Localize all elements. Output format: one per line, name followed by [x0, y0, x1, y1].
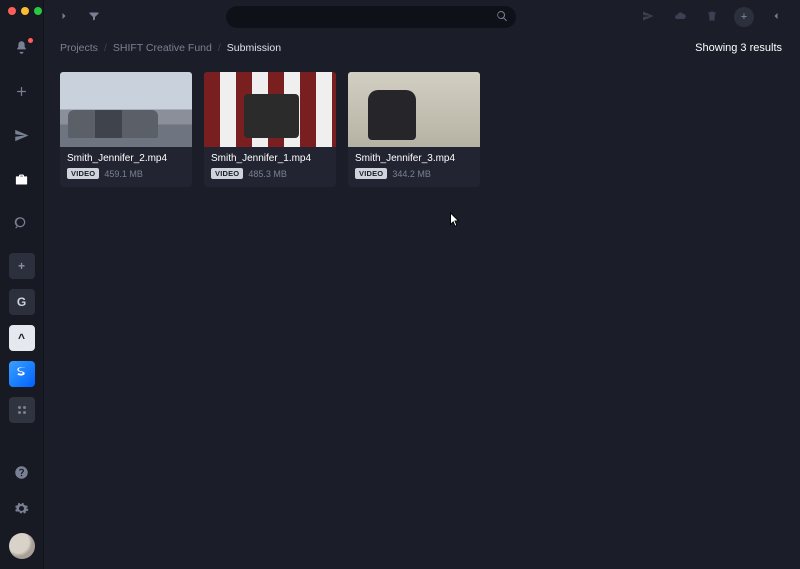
breadcrumb: Projects / SHIFT Creative Fund / Submiss… — [60, 42, 281, 54]
file-thumbnail — [204, 72, 336, 147]
sidebar-add-workspace[interactable]: + — [9, 253, 35, 279]
chevron-right-icon — [58, 10, 70, 25]
sidebar: + G ^ — [0, 0, 44, 569]
help-icon — [14, 465, 29, 483]
trash-icon — [706, 10, 718, 25]
file-name: Smith_Jennifer_2.mp4 — [67, 153, 185, 164]
sidebar-projects[interactable] — [9, 168, 35, 194]
grid-icon — [18, 406, 26, 414]
sidebar-workspace-shift[interactable] — [9, 361, 35, 387]
gear-icon — [14, 501, 29, 519]
sidebar-add[interactable] — [9, 80, 35, 106]
file-thumbnail — [348, 72, 480, 147]
sidebar-workspace-grid[interactable] — [9, 397, 35, 423]
user-avatar[interactable] — [9, 533, 35, 559]
results-count: Showing 3 results — [695, 42, 782, 54]
collapse-right-button[interactable] — [766, 7, 786, 27]
plus-icon: + — [741, 11, 747, 23]
sidebar-help[interactable] — [9, 461, 35, 487]
sidebar-search[interactable] — [9, 212, 35, 238]
filter-icon — [88, 10, 100, 25]
breadcrumb-projects[interactable]: Projects — [60, 42, 98, 54]
breadcrumb-fund[interactable]: SHIFT Creative Fund — [113, 42, 212, 54]
breadcrumb-separator-icon: / — [104, 42, 107, 54]
window-close-icon[interactable] — [8, 7, 16, 15]
share-button[interactable] — [638, 7, 658, 27]
file-type-badge: VIDEO — [211, 168, 243, 179]
paper-plane-icon — [14, 128, 29, 146]
compass-icon — [642, 10, 654, 25]
plus-icon: + — [18, 259, 25, 273]
file-card[interactable]: Smith_Jennifer_3.mp4 VIDEO 344.2 MB — [348, 72, 480, 187]
sidebar-workspace-g[interactable]: G — [9, 289, 35, 315]
chevron-left-icon — [770, 10, 782, 25]
file-type-badge: VIDEO — [67, 168, 99, 179]
s-logo-icon — [14, 365, 30, 384]
file-type-badge: VIDEO — [355, 168, 387, 179]
file-size: 344.2 MB — [392, 169, 431, 179]
window-controls[interactable] — [8, 7, 42, 15]
sidebar-send[interactable] — [9, 124, 35, 150]
file-size: 485.3 MB — [248, 169, 287, 179]
cloud-icon — [674, 10, 686, 25]
workspace-letter: G — [17, 295, 26, 309]
file-name: Smith_Jennifer_1.mp4 — [211, 153, 329, 164]
cloud-button[interactable] — [670, 7, 690, 27]
search-icon — [496, 10, 508, 25]
file-grid: Smith_Jennifer_2.mp4 VIDEO 459.1 MB Smit… — [44, 62, 800, 197]
sidebar-settings[interactable] — [9, 497, 35, 523]
breadcrumb-separator-icon: / — [218, 42, 221, 54]
file-card[interactable]: Smith_Jennifer_1.mp4 VIDEO 485.3 MB — [204, 72, 336, 187]
topbar: + — [44, 0, 800, 34]
caret-icon: ^ — [18, 331, 25, 345]
breadcrumb-current[interactable]: Submission — [227, 42, 281, 54]
window-maximize-icon[interactable] — [34, 7, 42, 15]
add-button[interactable]: + — [734, 7, 754, 27]
filter-button[interactable] — [84, 7, 104, 27]
main-panel: + Projects / SHIFT Creative Fund / Submi… — [44, 0, 800, 569]
window-minimize-icon[interactable] — [21, 7, 29, 15]
delete-button[interactable] — [702, 7, 722, 27]
bell-icon — [14, 40, 29, 58]
sidebar-workspace-caret[interactable]: ^ — [9, 325, 35, 351]
sidebar-notifications[interactable] — [9, 36, 35, 62]
nav-forward-button[interactable] — [54, 7, 74, 27]
file-thumbnail — [60, 72, 192, 147]
briefcase-icon — [14, 172, 29, 190]
file-card[interactable]: Smith_Jennifer_2.mp4 VIDEO 459.1 MB — [60, 72, 192, 187]
file-name: Smith_Jennifer_3.mp4 — [355, 153, 473, 164]
plus-icon — [14, 84, 29, 102]
search-icon — [14, 216, 29, 234]
file-size: 459.1 MB — [104, 169, 143, 179]
header-row: Projects / SHIFT Creative Fund / Submiss… — [44, 34, 800, 62]
search-input[interactable] — [226, 6, 516, 28]
